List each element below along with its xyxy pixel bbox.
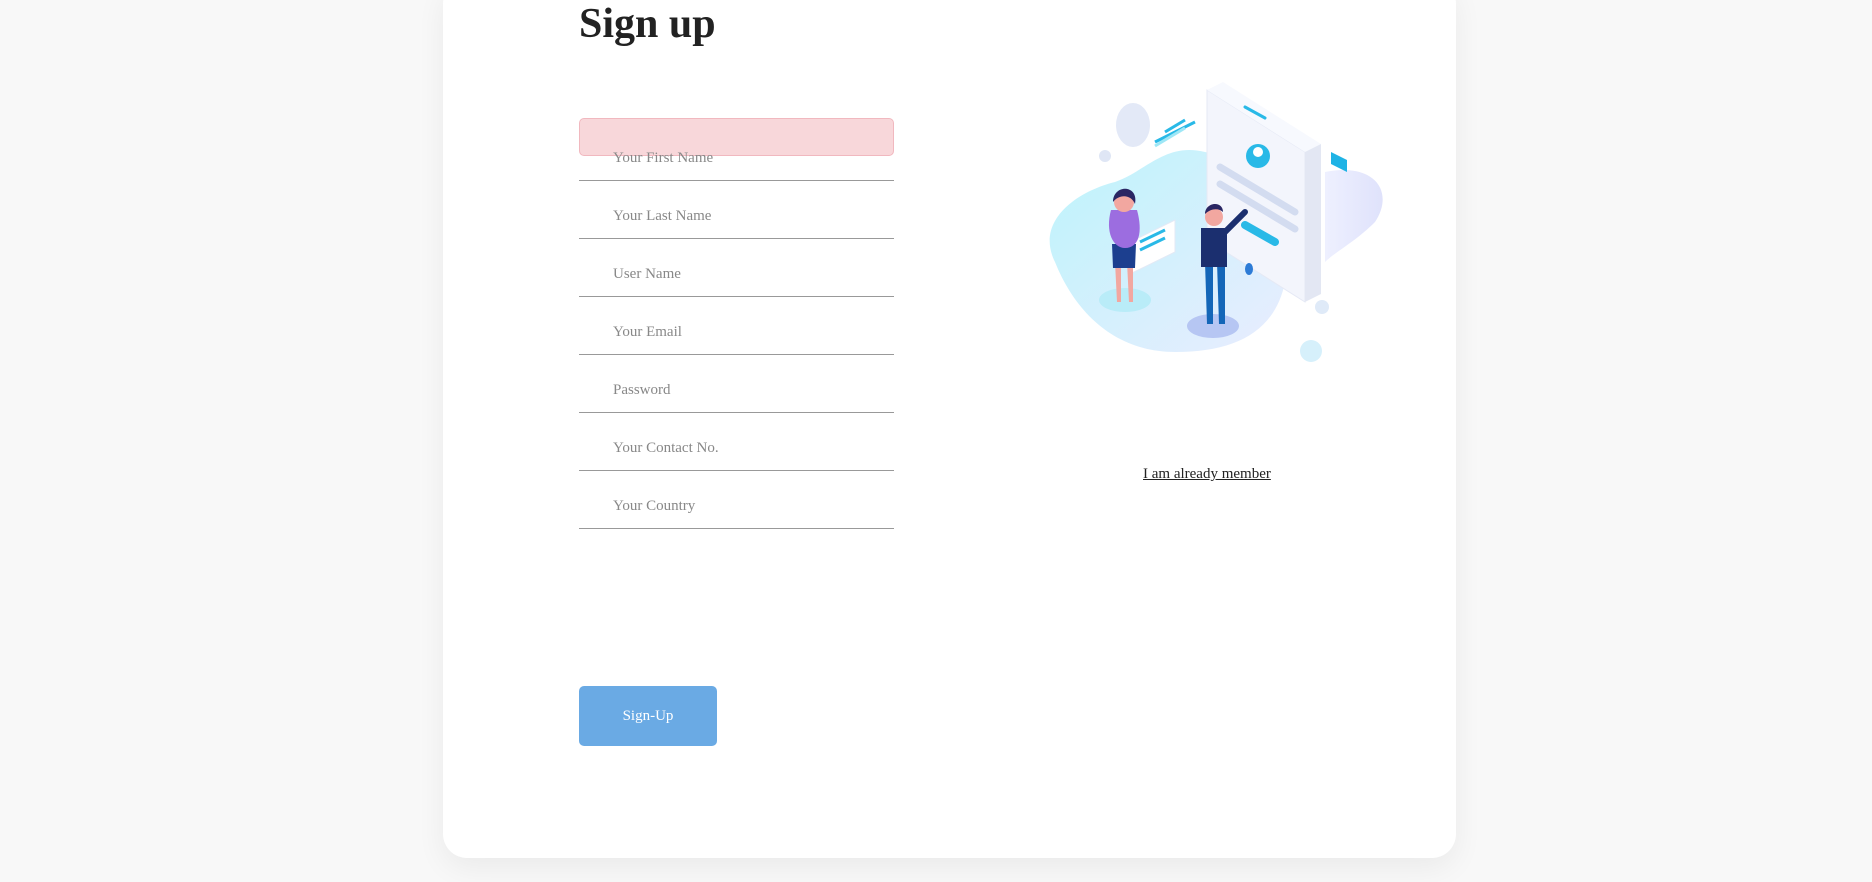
email-input[interactable]: [613, 324, 883, 341]
signup-illustration: [1035, 62, 1395, 402]
country-input[interactable]: [613, 498, 883, 515]
email-field: [579, 314, 894, 355]
last-name-input[interactable]: [613, 208, 883, 225]
signup-illustration-icon: [1049, 82, 1383, 362]
country-field: [579, 488, 894, 529]
contact-field: [579, 430, 894, 471]
username-field: [579, 256, 894, 297]
page-title: Sign up: [579, 1, 716, 47]
first-name-input[interactable]: [613, 150, 883, 167]
signup-card: Sign up Sign-Up: [443, 0, 1456, 858]
signup-button[interactable]: Sign-Up: [579, 686, 717, 746]
password-input[interactable]: [613, 382, 883, 399]
username-input[interactable]: [613, 266, 883, 283]
password-field: [579, 372, 894, 413]
already-member-link[interactable]: I am already member: [1143, 466, 1271, 483]
first-name-field: [579, 140, 894, 181]
last-name-field: [579, 198, 894, 239]
contact-input[interactable]: [613, 440, 883, 457]
